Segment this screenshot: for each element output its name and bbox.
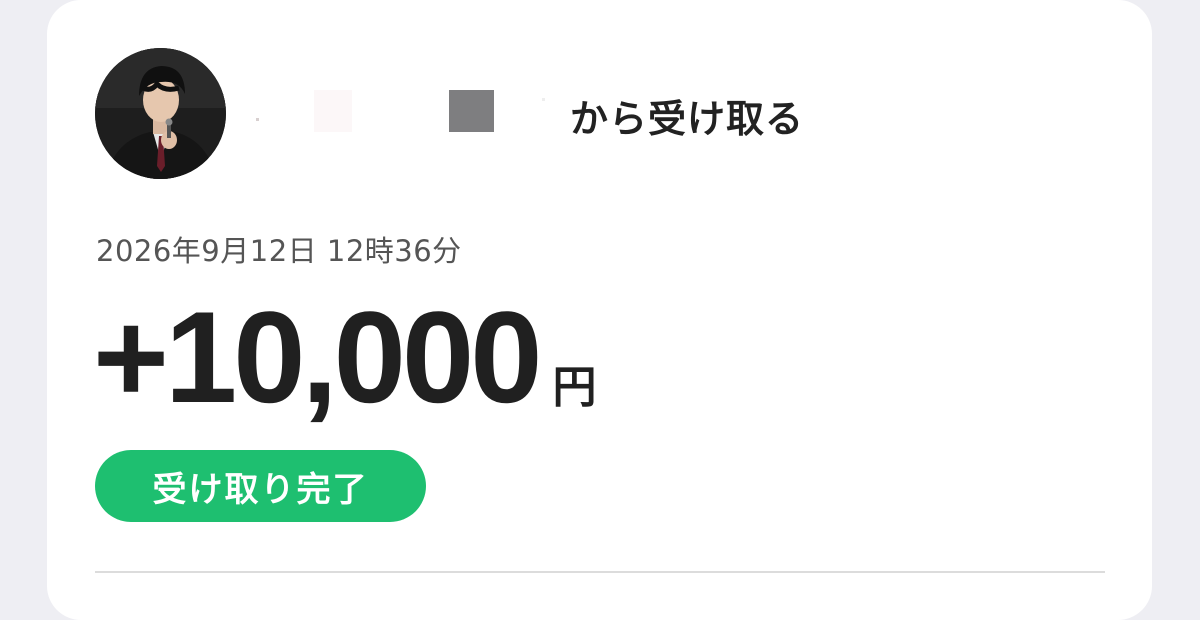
status-badge: 受け取り完了 [95,450,426,522]
amount-value: +10,000 [93,284,543,430]
sender-label: から受け取る [570,97,805,141]
currency-unit: 円 [552,362,597,413]
sender-row: から受け取る [252,84,892,141]
divider [95,571,1105,573]
transaction-datetime: 2026年9月12日 12時36分 [96,234,462,268]
redacted-name-fragment [314,90,352,132]
amount-row: +10,000 円 [93,282,597,432]
avatar-photo [95,48,226,179]
redacted-name-fragment [542,98,545,101]
transaction-card: から受け取る 2026年9月12日 12時36分 +10,000 円 受け取り完了 [47,0,1152,620]
redacted-name-fragment [256,118,259,121]
avatar [95,48,226,179]
redacted-name-block [449,90,494,132]
